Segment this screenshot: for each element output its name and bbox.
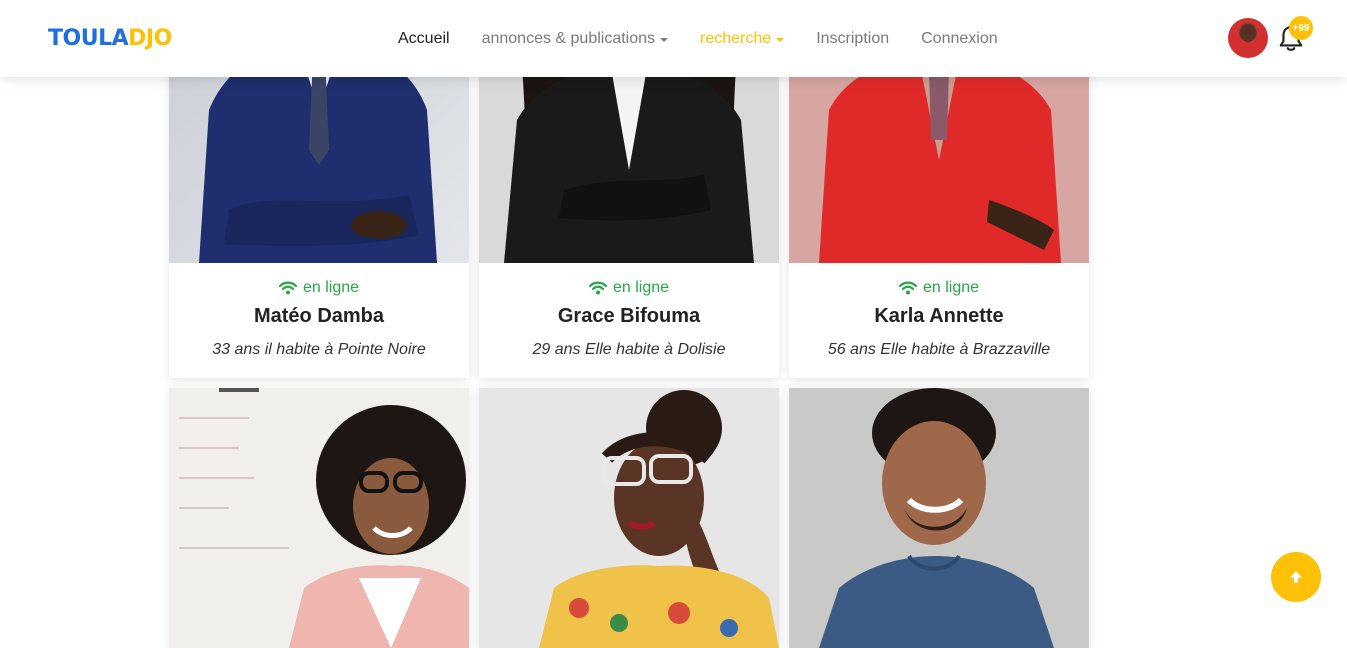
profile-photo: [169, 388, 469, 648]
profile-card[interactable]: [169, 388, 469, 648]
wifi-icon: [898, 281, 917, 295]
profile-photo: [789, 388, 1089, 648]
user-avatar[interactable]: [1228, 18, 1268, 58]
brand-logo[interactable]: TOULADJO: [48, 26, 172, 51]
nav-item-label: Accueil: [398, 29, 450, 47]
profile-description: 33 ans il habite à Pointe Noire: [212, 341, 426, 358]
brand-logo-part1: TOULA: [48, 26, 129, 51]
online-status-label: en ligne: [302, 279, 360, 296]
profile-card[interactable]: [479, 388, 779, 648]
nav-item-label: annonces & publications: [481, 29, 656, 47]
nav-item-accueil[interactable]: Accueil: [382, 30, 466, 48]
nav-item-label: Connexion: [921, 29, 998, 47]
online-status: en ligne: [789, 279, 1089, 297]
profile-photo: [479, 388, 779, 648]
profile-name: Karla Annette: [874, 305, 1004, 327]
profile-description: 56 ans Elle habite à Brazzaville: [827, 341, 1051, 358]
profile-info: en ligne Matéo Damba 33 ans il habite à …: [169, 263, 469, 359]
nav-item-inscription[interactable]: Inscription: [800, 30, 905, 48]
online-status: en ligne: [479, 279, 779, 297]
nav-item-label: recherche: [700, 29, 772, 47]
online-status-label: en ligne: [922, 279, 980, 296]
caret-down-icon: [660, 37, 669, 42]
wifi-icon: [278, 281, 297, 295]
profile-name: Grace Bifouma: [557, 305, 701, 327]
wifi-icon: [588, 281, 607, 295]
profile-description: 29 ans Elle habite à Dolisie: [532, 341, 726, 358]
profile-info: en ligne Karla Annette 56 ans Elle habit…: [789, 263, 1089, 359]
nav-item-annonces-dropdown[interactable]: annonces & publications: [466, 30, 684, 48]
notification-badge: +99: [1289, 16, 1313, 40]
main-nav: Accueil annonces & publications recherch…: [382, 0, 1014, 77]
caret-down-icon: [776, 37, 785, 42]
profile-info: en ligne Grace Bifouma 29 ans Elle habit…: [479, 263, 779, 359]
brand-logo-part2: DJO: [128, 26, 172, 51]
profile-card[interactable]: [789, 388, 1089, 648]
nav-item-connexion[interactable]: Connexion: [905, 30, 1014, 48]
online-status: en ligne: [169, 279, 469, 297]
arrow-up-icon: [1290, 571, 1302, 583]
top-navbar: TOULADJO Accueil annonces & publications…: [0, 0, 1347, 77]
nav-item-label: Inscription: [816, 29, 890, 47]
back-to-top-button[interactable]: [1271, 552, 1321, 602]
online-status-label: en ligne: [612, 279, 670, 296]
profile-name: Matéo Damba: [253, 305, 385, 327]
nav-item-recherche-dropdown[interactable]: recherche: [684, 30, 800, 48]
